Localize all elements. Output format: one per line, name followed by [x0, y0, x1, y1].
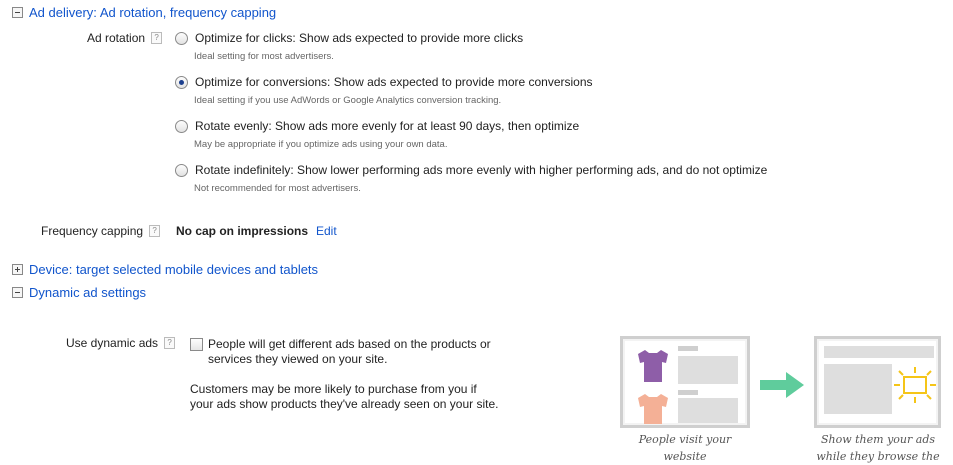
- page: Ad delivery: Ad rotation, frequency capp…: [0, 0, 953, 465]
- use-dynamic-ads-label: Use dynamic ads: [66, 336, 159, 350]
- radio-option-label[interactable]: Optimize for conversions: Show ads expec…: [195, 75, 593, 89]
- help-icon[interactable]: ?: [149, 225, 161, 237]
- dynamic-ads-description: Customers may be more likely to purchase…: [190, 382, 499, 411]
- use-dynamic-ads-label-group: Use dynamic ads ?: [66, 336, 176, 350]
- collapse-icon[interactable]: [12, 7, 23, 18]
- radio-option-note: Ideal setting for most advertisers.: [194, 51, 334, 62]
- browser-header-bar: [824, 346, 934, 358]
- radio-button-selected[interactable]: [175, 75, 188, 89]
- radio-option-label[interactable]: Rotate evenly: Show ads more evenly for …: [195, 119, 579, 133]
- radio-button[interactable]: [175, 31, 188, 45]
- collapse-icon[interactable]: [12, 287, 23, 298]
- ad-display-illustration: [814, 336, 941, 428]
- use-dynamic-ads-checkbox-text[interactable]: People will get different ads based on t…: [190, 337, 500, 367]
- caption-line: website: [663, 450, 707, 463]
- dynamic-header[interactable]: Dynamic ad settings: [29, 285, 146, 300]
- device-header[interactable]: Device: target selected mobile devices a…: [29, 262, 318, 277]
- device-section-toggle[interactable]: Device: target selected mobile devices a…: [12, 262, 318, 277]
- website-text-bar: [678, 346, 698, 351]
- radio-option-note: Not recommended for most advertisers.: [194, 183, 361, 194]
- radio-option-rotate-evenly[interactable]: Rotate evenly: Show ads more evenly for …: [175, 119, 579, 150]
- use-dynamic-ads-option[interactable]: People will get different ads based on t…: [190, 337, 500, 412]
- ad-rotation-label-group: Ad rotation ?: [87, 31, 163, 45]
- website-illustration: [620, 336, 750, 428]
- website-content-block: [678, 398, 738, 423]
- ad-rotation-label: Ad rotation: [87, 31, 146, 45]
- caption-line: People visit your: [638, 433, 732, 446]
- frequency-edit-link[interactable]: Edit: [316, 224, 337, 238]
- radio-button[interactable]: [175, 163, 188, 177]
- frequency-capping-label: Frequency capping: [41, 224, 144, 238]
- left-illustration-caption: People visit your website: [620, 431, 750, 465]
- radio-button[interactable]: [175, 119, 188, 133]
- radio-option-note: Ideal setting if you use AdWords or Goog…: [194, 95, 502, 106]
- help-icon[interactable]: ?: [151, 32, 163, 44]
- arrow-right-icon: [760, 372, 804, 398]
- radio-option-note: May be appropriate if you optimize ads u…: [194, 139, 448, 150]
- dynamic-section-toggle[interactable]: Dynamic ad settings: [12, 285, 146, 300]
- ad-delivery-header[interactable]: Ad delivery: Ad rotation, frequency capp…: [29, 5, 276, 20]
- help-icon[interactable]: ?: [164, 337, 176, 349]
- browser-content-block: [824, 364, 892, 414]
- ad-delivery-section-toggle[interactable]: Ad delivery: Ad rotation, frequency capp…: [12, 5, 276, 20]
- radio-option-optimize-conversions[interactable]: Optimize for conversions: Show ads expec…: [175, 75, 593, 106]
- website-content-block: [678, 356, 738, 384]
- expand-icon[interactable]: [12, 264, 23, 275]
- website-text-bar: [678, 390, 698, 395]
- caption-line: while they browse the: [816, 450, 940, 463]
- radio-option-label[interactable]: Optimize for clicks: Show ads expected t…: [195, 31, 523, 45]
- frequency-capping-label-group: Frequency capping ?: [41, 224, 161, 238]
- radio-option-rotate-indefinitely[interactable]: Rotate indefinitely: Show lower performi…: [175, 163, 767, 194]
- right-illustration-caption: Show them your ads while they browse the: [812, 431, 944, 465]
- caption-line: Show them your ads: [820, 433, 936, 446]
- frequency-capping-value: No cap on impressions: [176, 224, 309, 238]
- radio-option-optimize-clicks[interactable]: Optimize for clicks: Show ads expected t…: [175, 31, 523, 62]
- use-dynamic-ads-checkbox[interactable]: [190, 338, 203, 351]
- radio-option-label[interactable]: Rotate indefinitely: Show lower performi…: [195, 163, 767, 177]
